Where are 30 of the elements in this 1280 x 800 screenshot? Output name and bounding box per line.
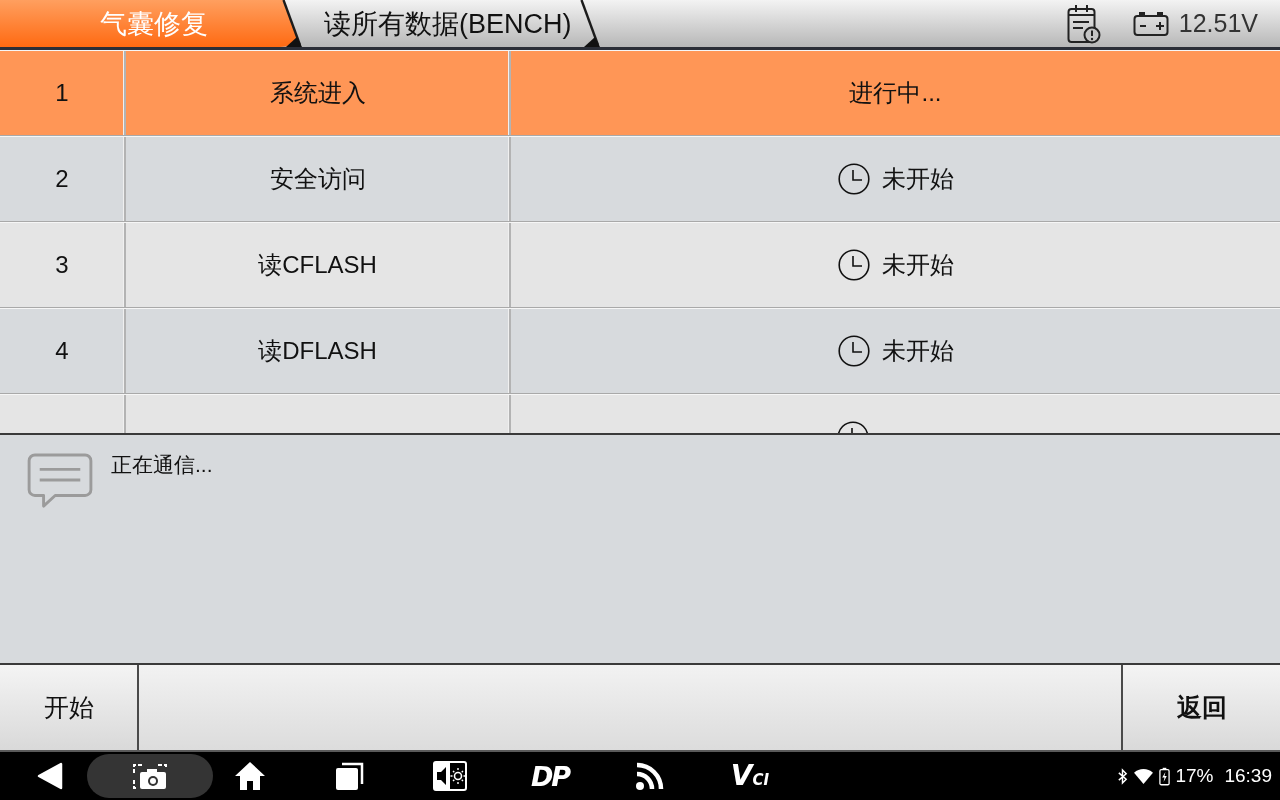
table-row[interactable]: 2 安全访问 未开始 — [0, 136, 1280, 222]
car-battery-icon — [1132, 10, 1169, 37]
battery-charging-icon — [1159, 766, 1171, 786]
wifi-icon — [1133, 767, 1155, 785]
chevron-icon — [280, 0, 302, 47]
status-text: 未开始 — [881, 164, 954, 194]
bluetooth-icon — [1117, 767, 1129, 785]
battery-percentage: 17% — [1175, 765, 1214, 787]
chat-bubble-icon — [27, 453, 93, 509]
vci-logo[interactable]: VCI — [730, 762, 770, 790]
camera-icon — [132, 762, 168, 790]
clock-time: 16:39 — [1224, 765, 1272, 787]
calendar-alert-icon — [1066, 3, 1101, 44]
chevron-icon — [577, 0, 600, 47]
signal-waves-icon[interactable] — [635, 761, 665, 791]
screenshot-button[interactable] — [87, 754, 213, 798]
status-text: 未开始 — [881, 250, 954, 280]
table-row[interactable]: 4 读DFLASH 未开始 — [0, 308, 1280, 394]
recent-apps-icon[interactable] — [335, 761, 365, 791]
table-row[interactable]: 3 读CFLASH 未开始 — [0, 222, 1280, 308]
breadcrumb-tab[interactable]: 读所有数据(BENCH) — [302, 0, 600, 47]
message-text: 正在通信... — [111, 452, 213, 478]
status-text: 进行中... — [849, 78, 942, 108]
dp-logo[interactable]: DP — [530, 762, 570, 790]
volume-brightness-icon[interactable] — [433, 761, 467, 791]
status-text: 未开始 — [881, 336, 954, 366]
table-row[interactable]: 1 系统进入 进行中... — [0, 50, 1280, 136]
home-icon[interactable] — [234, 761, 266, 791]
back-icon[interactable] — [37, 762, 63, 790]
battery-voltage: 12.51V — [1178, 9, 1258, 38]
